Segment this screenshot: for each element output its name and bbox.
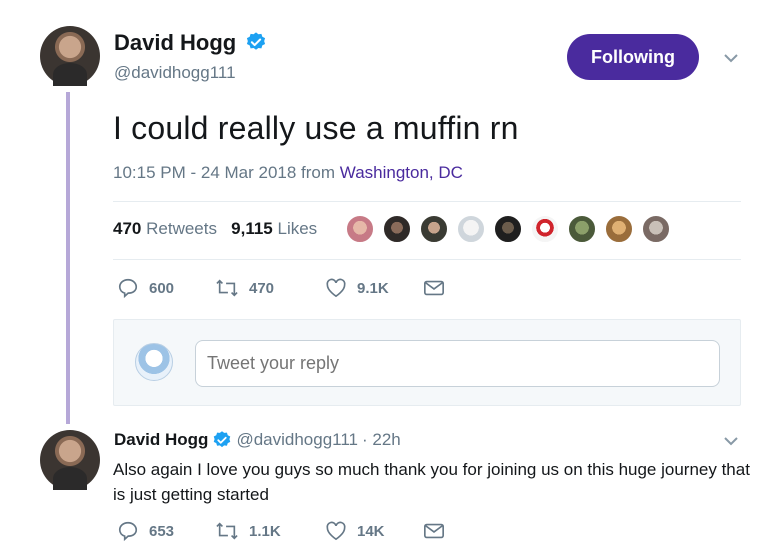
reply-count: 600 (149, 279, 175, 297)
reply-count: 653 (149, 522, 175, 540)
retweet-count: 470 (249, 279, 275, 297)
tweet-text: I could really use a muffin rn (113, 110, 519, 146)
reply-author-handle[interactable]: @davidhogg111 (236, 430, 358, 450)
liker-avatar[interactable] (345, 214, 375, 244)
retweet-button[interactable]: 1.1K (215, 520, 325, 542)
author-name[interactable]: David Hogg (114, 30, 236, 56)
liker-avatar[interactable] (456, 214, 486, 244)
current-user-avatar (135, 343, 173, 381)
like-count: 9.1K (357, 279, 389, 297)
heart-icon (326, 521, 346, 541)
liker-avatar[interactable] (567, 214, 597, 244)
liker-avatar[interactable] (382, 214, 412, 244)
tweet-reply-input[interactable] (195, 340, 720, 387)
tweet-actions: 600 470 9.1K (117, 277, 445, 299)
like-button[interactable]: 14K (325, 521, 423, 541)
retweet-count: 1.1K (249, 522, 281, 540)
verified-badge-icon (214, 431, 231, 448)
divider (113, 201, 741, 202)
retweets-count: 470 (113, 219, 142, 238)
direct-message-button[interactable] (423, 522, 445, 540)
like-button[interactable]: 9.1K (325, 278, 423, 298)
reply-author-name[interactable]: David Hogg (114, 430, 208, 450)
chevron-down-icon[interactable] (722, 434, 740, 448)
retweet-button[interactable]: 470 (215, 277, 325, 299)
liker-avatars (345, 214, 671, 244)
reply-header: David Hogg @davidhogg111 · 22h (114, 430, 401, 450)
retweet-icon (216, 279, 238, 297)
retweets-label: Retweets (146, 219, 217, 238)
likes-count: 9,115 (231, 219, 273, 238)
likes-stat[interactable]: 9,115 Likes (231, 219, 317, 238)
retweets-stat[interactable]: 470 Retweets (113, 219, 217, 238)
heart-icon (326, 278, 346, 298)
divider (113, 259, 741, 260)
reply-actions: 653 1.1K 14K (117, 520, 445, 542)
like-count: 14K (357, 522, 385, 540)
liker-avatar[interactable] (530, 214, 560, 244)
liker-avatar[interactable] (493, 214, 523, 244)
liker-avatar[interactable] (419, 214, 449, 244)
envelope-icon (424, 523, 444, 539)
reply-button[interactable]: 600 (117, 277, 215, 299)
following-button[interactable]: Following (567, 34, 699, 80)
envelope-icon (424, 280, 444, 296)
verified-badge-icon (246, 32, 266, 50)
reply-text: Also again I love you guys so much thank… (113, 460, 750, 504)
reply-author-avatar[interactable] (40, 430, 100, 490)
engagement-counts: 470 Retweets 9,115 Likes (113, 219, 317, 239)
reply-button[interactable]: 653 (117, 520, 215, 542)
reply-icon (118, 521, 138, 542)
reply-time[interactable]: · 22h (362, 430, 401, 450)
direct-message-button[interactable] (423, 279, 445, 297)
tweet-timestamp: 10:15 PM - 24 Mar 2018 from Washington, … (113, 163, 463, 183)
chevron-down-icon[interactable] (722, 51, 740, 65)
author-handle[interactable]: @davidhogg111 (114, 63, 236, 83)
tweet-time[interactable]: 10:15 PM - 24 Mar 2018 from (113, 163, 340, 182)
tweet-location-link[interactable]: Washington, DC (340, 163, 463, 182)
liker-avatar[interactable] (641, 214, 671, 244)
liker-avatar[interactable] (604, 214, 634, 244)
thread-line (66, 92, 70, 424)
author-avatar[interactable] (40, 26, 100, 86)
reply-icon (118, 278, 138, 299)
retweet-icon (216, 522, 238, 540)
likes-label: Likes (277, 219, 318, 238)
